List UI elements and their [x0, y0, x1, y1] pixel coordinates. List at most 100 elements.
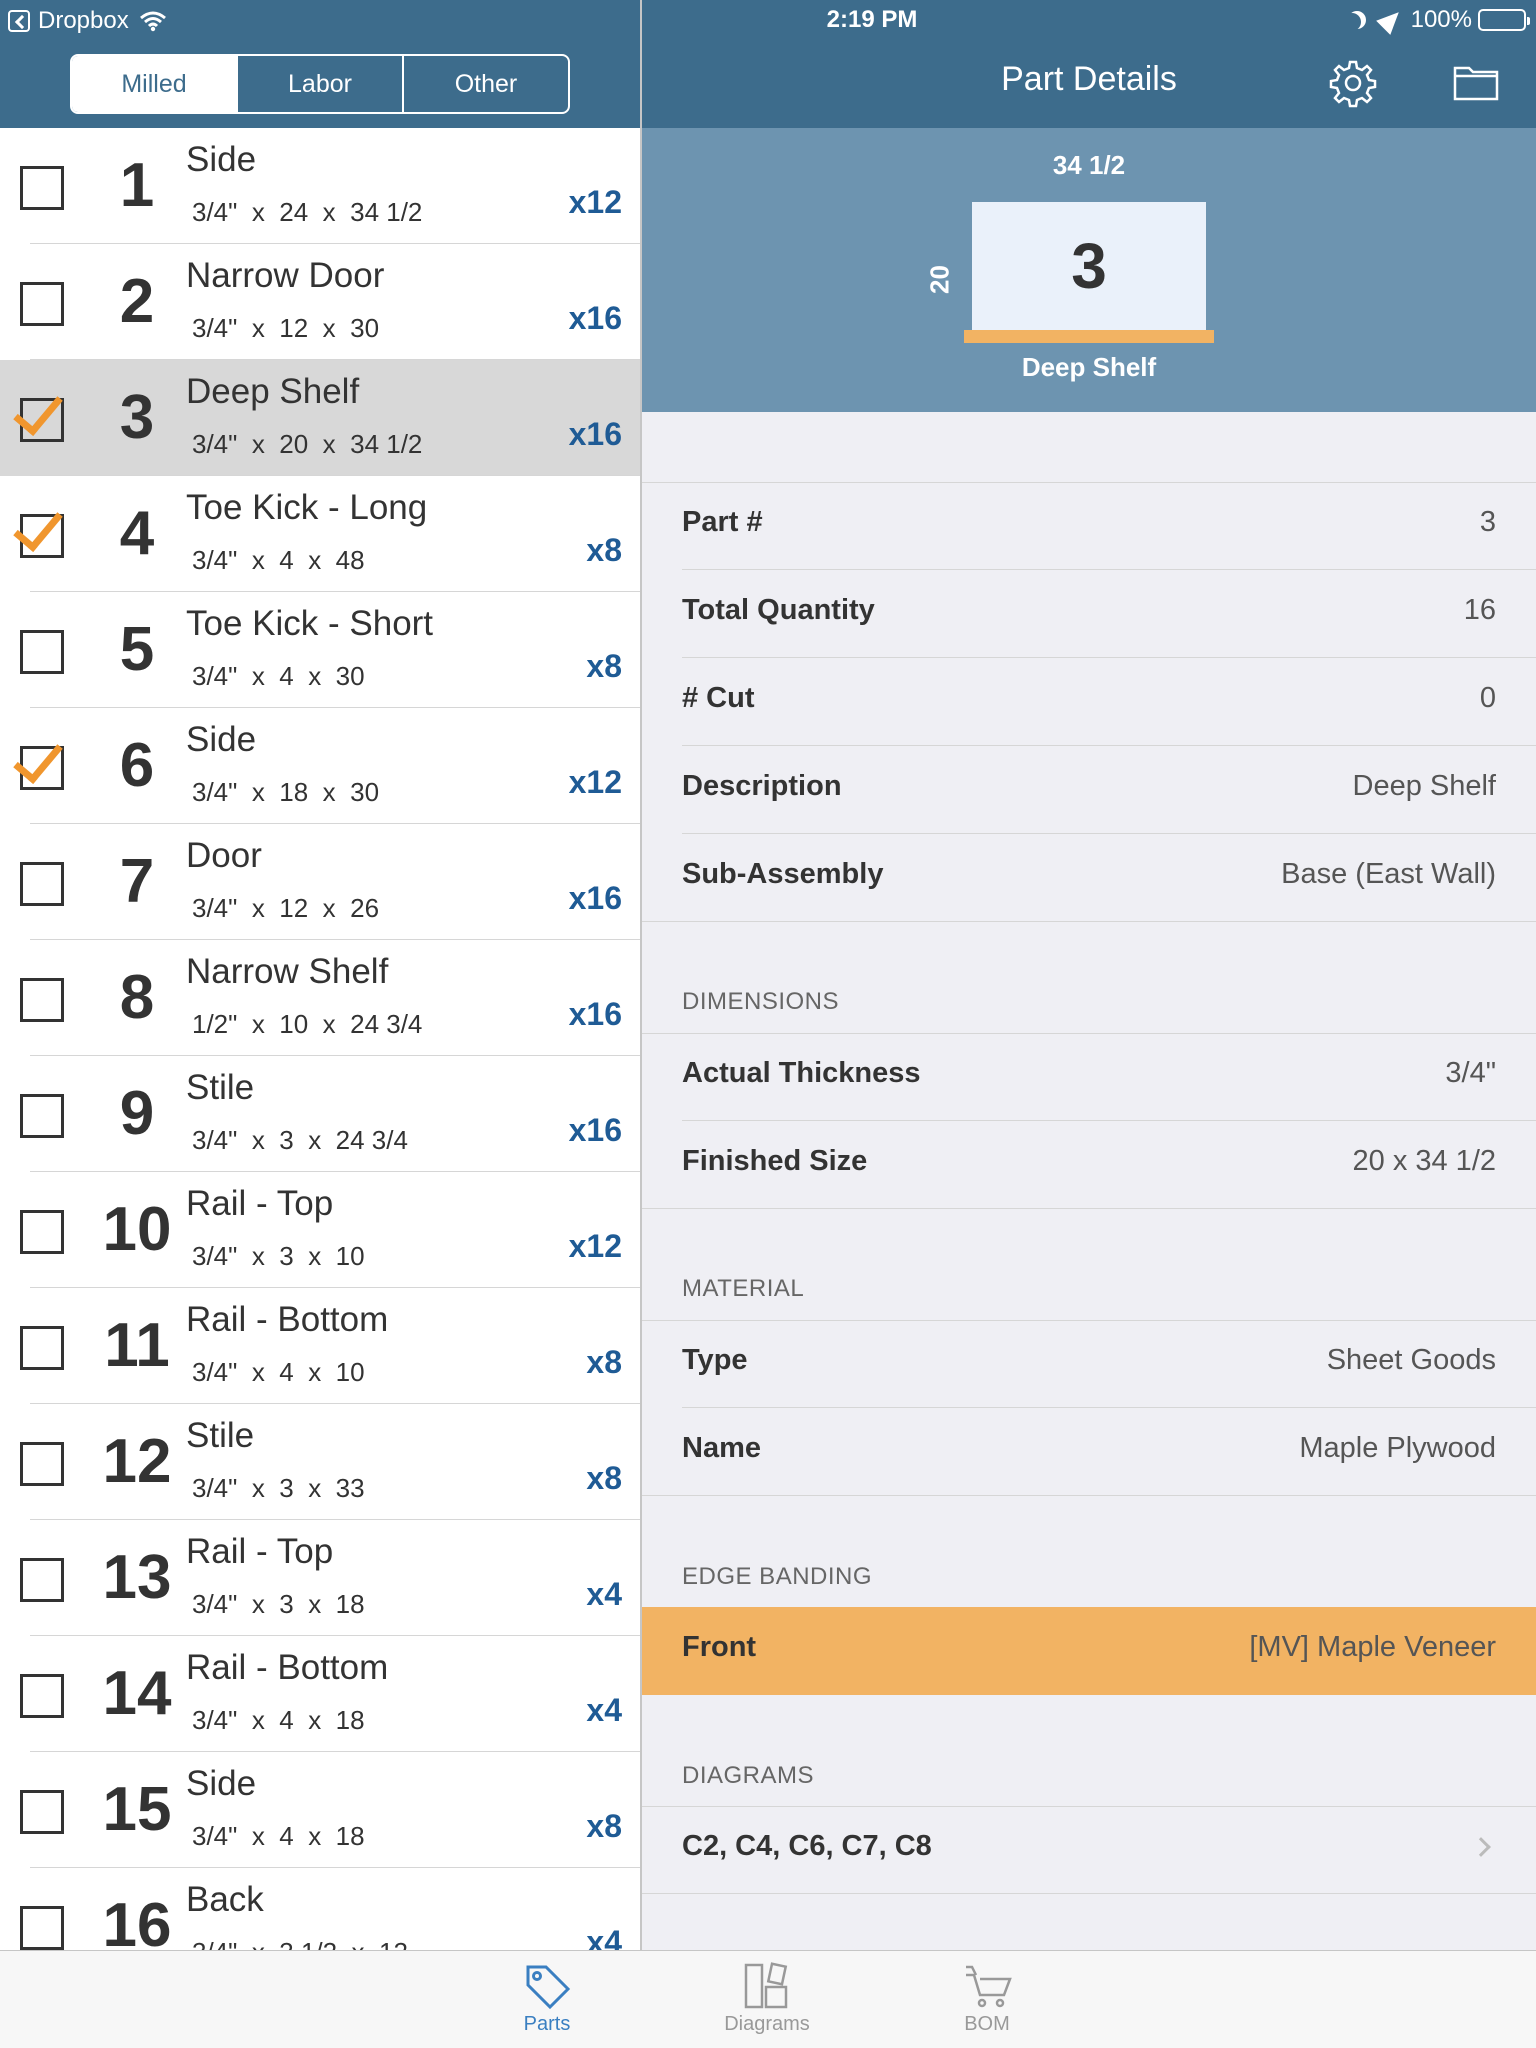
- part-dimensions: 3/4" x 18 x 30: [192, 774, 379, 810]
- part-number: 3: [119, 383, 155, 452]
- checkbox[interactable]: [20, 1906, 64, 1950]
- part-thickness: 3/4": [192, 545, 238, 575]
- wifi-icon: [139, 11, 166, 32]
- part-width: 3: [279, 1241, 294, 1271]
- part-name: Side: [186, 720, 257, 759]
- list-item[interactable]: 11 Rail - Bottom 3/4" x 4 x 10 x8: [0, 1288, 640, 1404]
- part-quantity: x4: [586, 1924, 622, 1950]
- back-app-label[interactable]: Dropbox: [38, 7, 129, 35]
- checkbox[interactable]: [13, 500, 64, 558]
- list-item[interactable]: 2 Narrow Door 3/4" x 12 x 30 x16: [0, 244, 640, 360]
- times-sign: x: [308, 1009, 351, 1039]
- list-item[interactable]: 5 Toe Kick - Short 3/4" x 4 x 30 x8: [0, 592, 640, 708]
- list-item[interactable]: 14 Rail - Bottom 3/4" x 4 x 18 x4: [0, 1636, 640, 1752]
- part-dimensions: 3/4" x 20 x 34 1/2: [192, 426, 422, 462]
- part-thickness: 3/4": [192, 661, 238, 691]
- times-sign: x: [293, 1241, 336, 1271]
- list-item[interactable]: 16 Back 3/4" x 3 1/2 x 12 x4: [0, 1868, 640, 1950]
- checkbox[interactable]: [20, 1790, 64, 1834]
- checkbox[interactable]: [20, 166, 64, 210]
- checkbox[interactable]: [20, 630, 64, 674]
- checkbox[interactable]: [20, 1442, 64, 1486]
- times-sign: x: [237, 1241, 280, 1271]
- part-quantity: x8: [586, 1344, 622, 1380]
- checkbox[interactable]: [20, 1210, 64, 1254]
- list-item[interactable]: 12 Stile 3/4" x 3 x 33 x8: [0, 1404, 640, 1520]
- part-thickness: 3/4": [192, 313, 238, 343]
- part-thickness: 3/4": [192, 1473, 238, 1503]
- times-sign: x: [293, 661, 336, 691]
- parts-category-segmented-control: Milled Labor Other: [70, 54, 570, 114]
- times-sign: x: [237, 893, 280, 923]
- tab-diagrams[interactable]: Diagrams: [697, 1959, 837, 2045]
- part-number: 16: [102, 1891, 172, 1950]
- part-quantity: x8: [586, 1460, 622, 1496]
- part-dimensions: 3/4" x 4 x 10: [192, 1354, 365, 1390]
- list-item[interactable]: 7 Door 3/4" x 12 x 26 x16: [0, 824, 640, 940]
- times-sign: x: [237, 1125, 280, 1155]
- part-quantity: x4: [586, 1692, 622, 1728]
- part-number: 9: [119, 1079, 155, 1148]
- part-thickness: 3/4": [192, 1241, 238, 1271]
- part-quantity: x4: [586, 1576, 622, 1612]
- back-to-app-icon[interactable]: [8, 10, 30, 32]
- field-cut-count[interactable]: # Cut 0: [642, 658, 1536, 746]
- list-item[interactable]: 10 Rail - Top 3/4" x 3 x 10 x12: [0, 1172, 640, 1288]
- section-header-diagrams: DIAGRAMS: [682, 1762, 815, 1789]
- page-title: Part Details: [1001, 60, 1177, 98]
- part-thickness: 1/2": [192, 1009, 238, 1039]
- list-item[interactable]: 13 Rail - Top 3/4" x 3 x 18 x4: [0, 1520, 640, 1636]
- checkbox[interactable]: [20, 1674, 64, 1718]
- part-width: 3 1/2: [279, 1937, 337, 1950]
- part-quantity: x12: [568, 184, 622, 220]
- tag-icon: [526, 1965, 571, 2010]
- parts-header: Dropbox Milled Labor Other: [0, 0, 640, 128]
- times-sign: x: [237, 1937, 279, 1950]
- part-thickness: 3/4": [192, 197, 238, 227]
- list-item[interactable]: 9 Stile 3/4" x 3 x 24 3/4 x16: [0, 1056, 640, 1172]
- part-number: 1: [119, 151, 155, 220]
- segment-milled[interactable]: Milled: [72, 56, 236, 112]
- segment-labor[interactable]: Labor: [236, 56, 402, 112]
- list-item[interactable]: 3 Deep Shelf 3/4" x 20 x 34 1/2 x16: [0, 360, 640, 476]
- list-item[interactable]: 8 Narrow Shelf 1/2" x 10 x 24 3/4 x16: [0, 940, 640, 1056]
- checkbox[interactable]: [13, 732, 64, 790]
- tab-parts[interactable]: Parts: [477, 1959, 617, 2045]
- field-edge-banding-front[interactable]: Front [MV] Maple Veneer: [642, 1607, 1536, 1695]
- list-item[interactable]: 6 Side 3/4" x 18 x 30 x12: [0, 708, 640, 824]
- times-sign: x: [293, 1357, 336, 1387]
- checkbox[interactable]: [20, 1094, 64, 1138]
- checkbox[interactable]: [20, 1558, 64, 1602]
- tab-bom[interactable]: BOM: [917, 1959, 1057, 2045]
- part-width: 3: [279, 1589, 294, 1619]
- part-dimensions: 3/4" x 4 x 30: [192, 658, 365, 694]
- diagrams-link[interactable]: C2, C4, C6, C7, C8: [642, 1806, 1536, 1894]
- part-length: 30: [350, 313, 380, 343]
- part-width: 4: [279, 1357, 294, 1387]
- checkbox[interactable]: [13, 384, 64, 442]
- checkbox[interactable]: [20, 282, 64, 326]
- gear-icon[interactable]: [1328, 58, 1378, 108]
- part-dimensions: 3/4" x 3 x 18: [192, 1586, 365, 1622]
- list-item[interactable]: 1 Side 3/4" x 24 x 34 1/2 x12: [0, 128, 640, 244]
- checkbox[interactable]: [20, 862, 64, 906]
- part-length: 24 3/4: [350, 1009, 423, 1039]
- part-length: 18: [335, 1589, 365, 1619]
- part-length: 30: [350, 777, 380, 807]
- segment-other[interactable]: Other: [402, 56, 568, 112]
- parts-pane: Dropbox Milled Labor Other 1 Side 3/4" x 2…: [0, 0, 640, 1950]
- part-quantity: x16: [568, 880, 622, 916]
- section-header-material: MATERIAL: [682, 1275, 805, 1302]
- checkbox[interactable]: [20, 1326, 64, 1370]
- list-item[interactable]: 4 Toe Kick - Long 3/4" x 4 x 48 x8: [0, 476, 640, 592]
- part-quantity: x16: [568, 996, 622, 1032]
- times-sign: x: [308, 429, 351, 459]
- folder-icon[interactable]: [1452, 62, 1500, 102]
- part-quantity: x8: [586, 648, 622, 684]
- diagrams-icon: [744, 1962, 788, 2009]
- part-thickness: 3/4": [192, 893, 238, 923]
- part-width: 3: [279, 1473, 294, 1503]
- list-item[interactable]: 15 Side 3/4" x 4 x 18 x8: [0, 1752, 640, 1868]
- checkbox[interactable]: [20, 978, 64, 1022]
- part-number: 14: [102, 1659, 172, 1728]
